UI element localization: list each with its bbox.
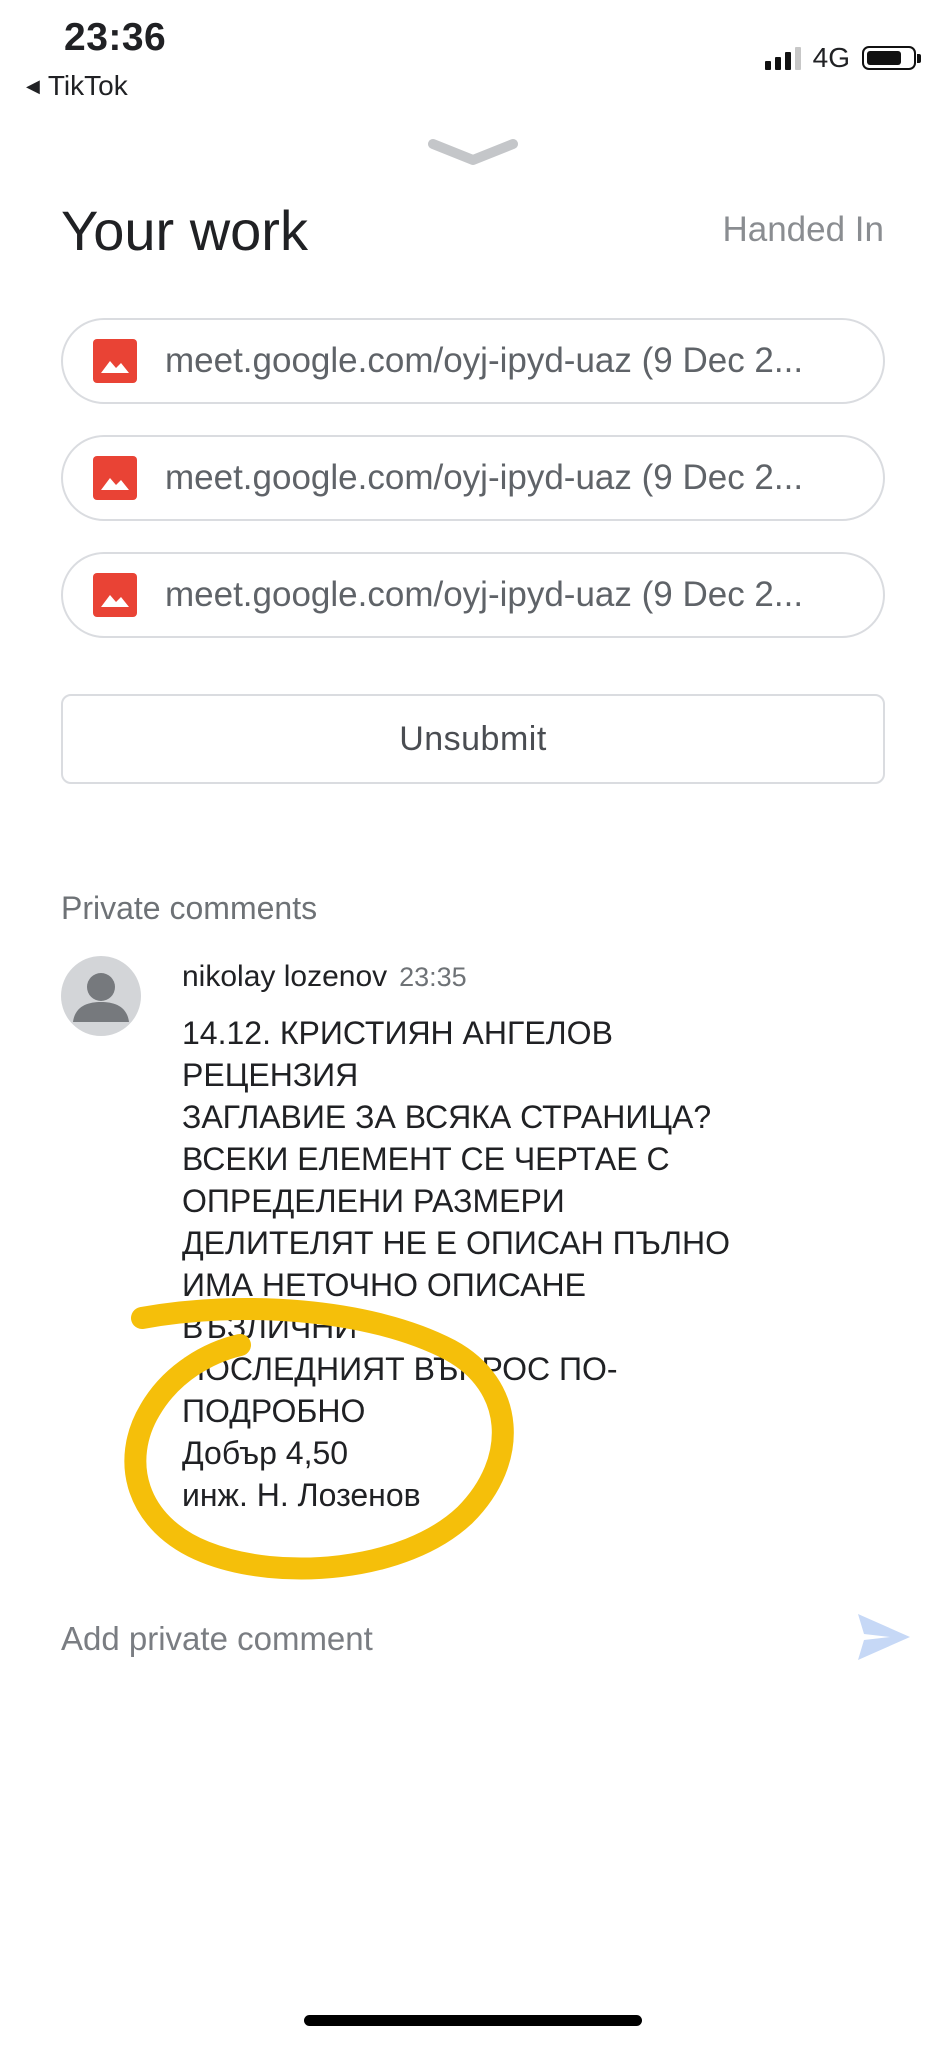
cellular-signal-icon <box>764 46 801 70</box>
comment-line: РЕЦЕНЗИЯ <box>182 1057 359 1093</box>
add-private-comment-input[interactable] <box>61 1620 761 1658</box>
status-bar-time: 23:36 <box>64 16 167 59</box>
image-icon <box>93 573 137 617</box>
unsubmit-button[interactable]: Unsubmit <box>61 694 885 784</box>
person-icon <box>73 973 129 1022</box>
attachment-label: meet.google.com/oyj-ipyd-uaz (9 Dec 2... <box>165 341 804 380</box>
comment-line: ПОДРОБНО <box>182 1393 366 1429</box>
page-title: Your work <box>61 199 308 262</box>
comment-line: ИМА НЕТОЧНО ОПИСАНЕ <box>182 1267 586 1303</box>
collapse-chevron-icon[interactable] <box>427 136 519 166</box>
send-icon[interactable] <box>856 1612 912 1662</box>
comment-line: Добър 4,50 <box>182 1435 349 1471</box>
network-type: 4G <box>812 42 850 73</box>
battery-icon <box>862 46 921 70</box>
attachment-chip[interactable]: meet.google.com/oyj-ipyd-uaz (9 Dec 2... <box>61 552 885 638</box>
back-app-label: TikTok <box>47 70 128 101</box>
private-comments-heading: Private comments <box>61 890 318 926</box>
attachment-list: meet.google.com/oyj-ipyd-uaz (9 Dec 2...… <box>61 318 885 669</box>
comment-line: инж. Н. Лозенов <box>182 1477 421 1513</box>
back-arrow-icon: ◀ <box>26 75 40 96</box>
comment-text: 14.12. КРИСТИЯН АНГЕЛОВ РЕЦЕНЗИЯ ЗАГЛАВИ… <box>182 1012 902 1516</box>
comment-line: ЗАГЛАВИЕ ЗА ВСЯКА СТРАНИЦА? <box>182 1099 712 1135</box>
image-icon <box>93 456 137 500</box>
back-to-app-link[interactable]: ◀ TikTok <box>26 70 128 102</box>
comment-line: ВСЕКИ ЕЛЕМЕНТ СЕ ЧЕРТАЕ С <box>182 1141 670 1177</box>
home-indicator[interactable] <box>304 2015 642 2026</box>
comment-line: ВЪЗЛИЧНИ <box>182 1309 358 1345</box>
comment-header: nikolay lozenov 23:35 <box>182 960 467 994</box>
image-icon <box>93 339 137 383</box>
attachment-label: meet.google.com/oyj-ipyd-uaz (9 Dec 2... <box>165 458 804 497</box>
comment-author: nikolay lozenov <box>182 960 388 993</box>
attachment-chip[interactable]: meet.google.com/oyj-ipyd-uaz (9 Dec 2... <box>61 435 885 521</box>
comment-line: ОПРЕДЕЛЕНИ РАЗМЕРИ <box>182 1183 565 1219</box>
comment-timestamp: 23:35 <box>399 962 467 992</box>
status-bar-indicators: 4G <box>764 42 921 74</box>
comment-line: ПОСЛЕДНИЯТ ВЪПРОС ПО- <box>182 1351 618 1387</box>
comment-line: 14.12. КРИСТИЯН АНГЕЛОВ <box>182 1015 613 1051</box>
battery-level-fill <box>867 51 901 65</box>
comment-line: ДЕЛИТЕЛЯТ НЕ Е ОПИСАН ПЪЛНО <box>182 1225 730 1261</box>
submission-status: Handed In <box>722 210 884 249</box>
attachment-label: meet.google.com/oyj-ipyd-uaz (9 Dec 2... <box>165 575 804 614</box>
attachment-chip[interactable]: meet.google.com/oyj-ipyd-uaz (9 Dec 2... <box>61 318 885 404</box>
avatar <box>61 956 141 1036</box>
